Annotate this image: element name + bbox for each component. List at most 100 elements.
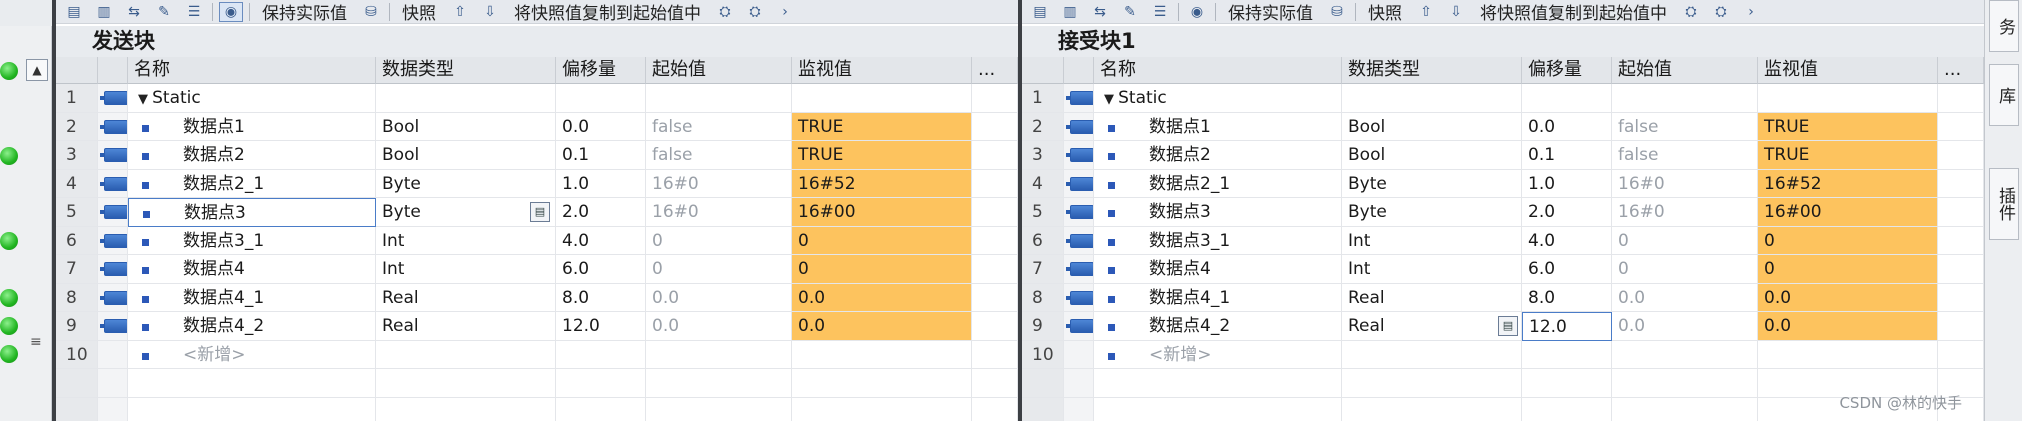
more-cell[interactable] (1938, 226, 1984, 255)
name-cell[interactable]: <新增> (128, 340, 376, 369)
col-name-header[interactable]: 名称 (1094, 57, 1342, 84)
insert-row-icon[interactable]: ▤ (1028, 2, 1052, 22)
type-cell[interactable]: Int (1342, 226, 1522, 255)
offset-cell[interactable] (556, 340, 646, 369)
table-row[interactable]: 2 数据点1 Bool 0.0 false TRUE (56, 112, 1018, 141)
load-snapshot-icon[interactable]: ⛭ (1709, 2, 1733, 22)
watch-value-cell[interactable]: TRUE (1758, 141, 1938, 170)
col-start-header[interactable]: 起始值 (1612, 57, 1758, 84)
start-value-cell[interactable]: false (646, 112, 792, 141)
start-value-cell[interactable]: 16#0 (646, 169, 792, 198)
snapshot-button[interactable]: 快照 (1362, 0, 1408, 24)
collapse-up-icon[interactable]: ▲ (26, 59, 48, 81)
offset-cell[interactable]: 4.0 (556, 226, 646, 255)
start-value-cell[interactable]: 16#0 (1612, 169, 1758, 198)
watch-value-cell[interactable] (792, 340, 972, 369)
type-cell[interactable]: Bool (376, 141, 556, 170)
offset-cell[interactable]: 6.0 (556, 255, 646, 284)
load-snapshot-icon[interactable]: ⛭ (743, 2, 767, 22)
offset-cell[interactable]: 6.0 (1522, 255, 1612, 284)
snapshot-button[interactable]: 快照 (396, 0, 442, 24)
type-cell[interactable]: Int (376, 226, 556, 255)
more-cell[interactable] (972, 340, 1018, 369)
start-value-cell[interactable]: 0 (1612, 226, 1758, 255)
database-icon[interactable]: ⛁ (1325, 2, 1349, 22)
watch-value-cell[interactable]: 16#52 (1758, 169, 1938, 198)
type-cell[interactable]: Byte (1342, 198, 1522, 227)
offset-cell[interactable]: 12.0 (1522, 312, 1612, 341)
col-offset-header[interactable]: 偏移量 (556, 57, 646, 84)
name-cell[interactable]: 数据点1 (1094, 112, 1342, 141)
type-cell[interactable]: Bool (1342, 112, 1522, 141)
copy-snapshot-button[interactable]: 将快照值复制到起始值中 (1474, 0, 1673, 24)
start-value-cell[interactable]: 16#0 (1612, 198, 1758, 227)
table-row[interactable]: 1 ▼ Static (1022, 84, 1984, 113)
list-view-icon[interactable]: ☰ (1148, 2, 1172, 22)
col-watch-header[interactable]: 监视值 (792, 57, 972, 84)
database-icon[interactable]: ⛁ (359, 2, 383, 22)
type-cell[interactable]: Bool (1342, 141, 1522, 170)
download-icon[interactable]: ⇩ (1444, 2, 1468, 22)
watch-value-cell[interactable]: TRUE (792, 141, 972, 170)
list-icon[interactable]: ≡ (30, 334, 42, 350)
add-row-icon[interactable]: ▥ (1058, 2, 1082, 22)
start-value-cell[interactable]: 0.0 (646, 312, 792, 341)
name-cell[interactable]: 数据点1 (128, 112, 376, 141)
col-more-header[interactable]: ... (972, 57, 1018, 84)
more-cell[interactable] (1938, 283, 1984, 312)
name-cell[interactable]: 数据点4_2 (1094, 312, 1342, 341)
type-picker-icon[interactable]: ▤ (530, 202, 550, 222)
move-icon[interactable]: ⇆ (1088, 2, 1112, 22)
name-cell[interactable]: 数据点2 (128, 141, 376, 170)
watch-value-cell[interactable]: TRUE (1758, 112, 1938, 141)
watch-value-cell[interactable]: 0.0 (792, 283, 972, 312)
col-start-header[interactable]: 起始值 (646, 57, 792, 84)
table-row[interactable]: 10 <新增> (1022, 340, 1984, 369)
offset-cell[interactable]: 8.0 (1522, 283, 1612, 312)
expand-caret-icon[interactable]: ▼ (1104, 92, 1118, 107)
more-cell[interactable] (972, 283, 1018, 312)
watch-value-cell[interactable]: 0.0 (792, 312, 972, 341)
table-row[interactable]: 7 数据点4 Int 6.0 0 0 (1022, 255, 1984, 284)
tab-libraries[interactable]: 库 (1989, 64, 2019, 126)
more-cell[interactable] (972, 255, 1018, 284)
watch-value-cell[interactable]: 0 (792, 255, 972, 284)
more-cell[interactable] (972, 169, 1018, 198)
tab-tasks[interactable]: 务 (1989, 0, 2019, 52)
edit-icon[interactable]: ✎ (1118, 2, 1142, 22)
more-cell[interactable] (972, 112, 1018, 141)
start-value-cell[interactable]: 0.0 (1612, 283, 1758, 312)
edit-icon[interactable]: ✎ (152, 2, 176, 22)
name-cell[interactable]: ▼ Static (128, 84, 376, 113)
load-start-icon[interactable]: ⛭ (713, 2, 737, 22)
offset-cell[interactable]: 0.1 (556, 141, 646, 170)
start-value-cell[interactable]: false (1612, 112, 1758, 141)
type-cell[interactable]: Bool (376, 112, 556, 141)
watch-value-cell[interactable]: 0 (792, 226, 972, 255)
watch-value-cell[interactable] (1758, 84, 1938, 113)
start-value-cell[interactable]: 0 (646, 255, 792, 284)
name-cell[interactable]: 数据点4 (128, 255, 376, 284)
start-value-cell[interactable]: false (1612, 141, 1758, 170)
table-row[interactable]: 10 <新增> (56, 340, 1018, 369)
keep-actual-button[interactable]: 保持实际值 (1222, 0, 1319, 24)
watch-value-cell[interactable]: 16#00 (1758, 198, 1938, 227)
offset-cell[interactable]: 1.0 (1522, 169, 1612, 198)
more-cell[interactable] (972, 84, 1018, 113)
copy-snapshot-button[interactable]: 将快照值复制到起始值中 (508, 0, 707, 24)
name-cell[interactable]: 数据点3 (1094, 198, 1342, 227)
more-cell[interactable] (1938, 312, 1984, 341)
table-row[interactable]: 5 数据点3 Byte 2.0 16#0 16#00 (1022, 198, 1984, 227)
type-cell[interactable] (376, 84, 556, 113)
watch-value-cell[interactable]: 16#00 (792, 198, 972, 227)
start-value-cell[interactable]: 16#0 (646, 198, 792, 227)
name-cell[interactable]: 数据点3_1 (128, 226, 376, 255)
type-cell[interactable]: Real (376, 312, 556, 341)
name-cell[interactable]: ▼ Static (1094, 84, 1342, 113)
offset-cell[interactable] (556, 84, 646, 113)
more-cell[interactable] (972, 198, 1018, 227)
type-cell[interactable] (376, 340, 556, 369)
start-value-cell[interactable] (1612, 340, 1758, 369)
start-value-cell[interactable] (1612, 84, 1758, 113)
type-cell[interactable]: Int (1342, 255, 1522, 284)
